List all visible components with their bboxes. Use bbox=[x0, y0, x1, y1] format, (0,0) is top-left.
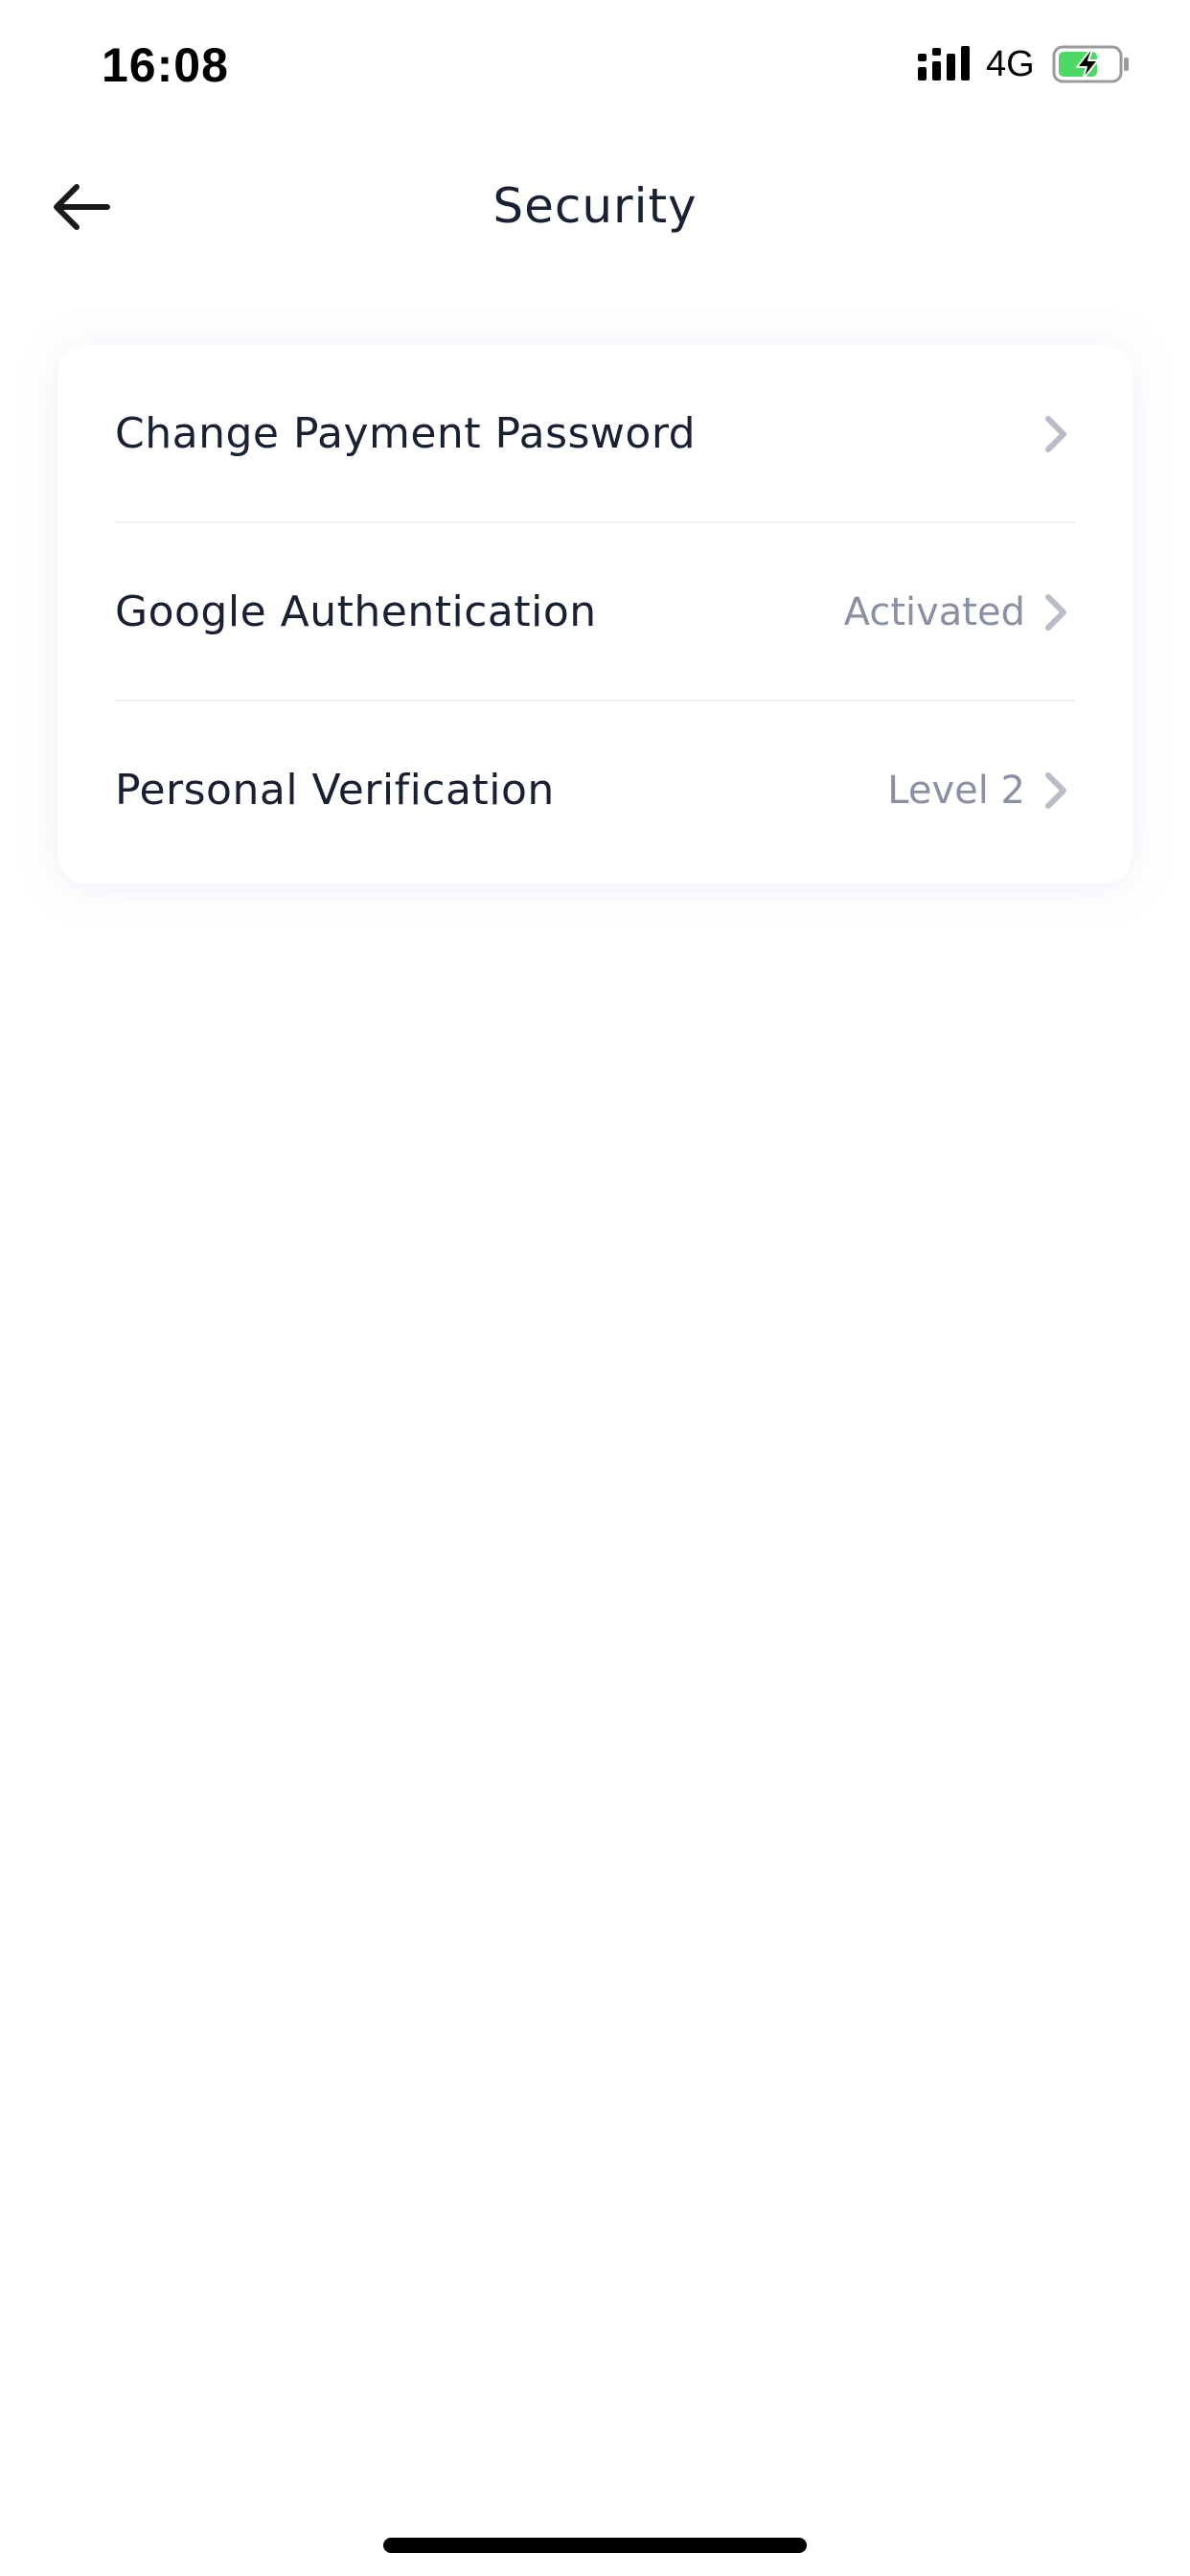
status-value-activated: Activated bbox=[843, 590, 1025, 634]
nav-header: Security bbox=[0, 144, 1190, 278]
settings-row-personal-verification[interactable]: Personal Verification Level 2 bbox=[115, 702, 1133, 880]
chevron-right-icon bbox=[1045, 594, 1066, 631]
network-type: 4G bbox=[986, 44, 1035, 84]
chevron-right-icon bbox=[1045, 772, 1066, 809]
row-label: Change Payment Password bbox=[115, 409, 697, 458]
battery-charging-icon bbox=[1052, 45, 1129, 83]
row-label: Google Authentication bbox=[115, 587, 597, 636]
settings-row-google-authentication[interactable]: Google Authentication Activated bbox=[115, 523, 1133, 702]
status-bar: 16:08 4G bbox=[0, 0, 1190, 134]
home-indicator[interactable] bbox=[383, 2538, 807, 2553]
row-label: Personal Verification bbox=[115, 766, 555, 815]
page-title: Security bbox=[492, 178, 698, 234]
settings-row-change-payment-password[interactable]: Change Payment Password bbox=[115, 345, 1133, 523]
status-time: 16:08 bbox=[102, 38, 229, 92]
chevron-right-icon bbox=[1045, 416, 1066, 452]
signal-icon bbox=[918, 46, 970, 80]
security-settings-card: Change Payment Password Google Authentic… bbox=[57, 345, 1133, 884]
verification-level-value: Level 2 bbox=[887, 769, 1025, 813]
